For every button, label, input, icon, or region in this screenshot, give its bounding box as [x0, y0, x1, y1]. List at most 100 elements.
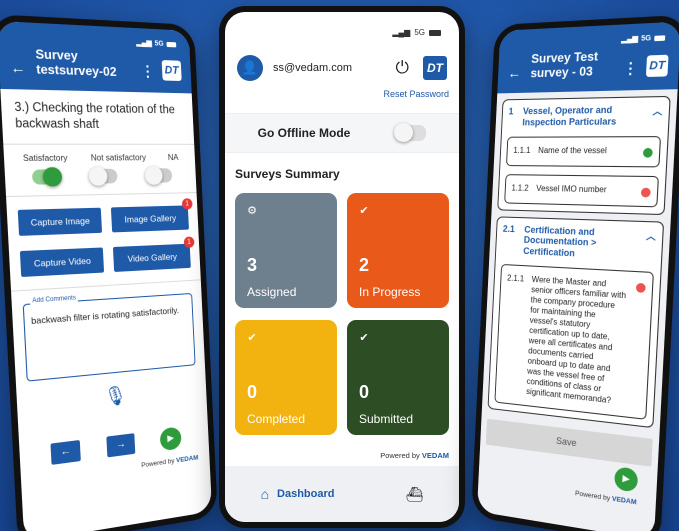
- capture-image-button[interactable]: Capture Image: [17, 207, 103, 236]
- center-screen: ▂▄▆ 5G 👤 ss@vedam.com ⏻ DT Reset Passwor…: [225, 12, 459, 522]
- question-text: 3.) Checking the rotation of the backwas…: [0, 88, 195, 145]
- microphone-icon[interactable]: 🎙: [17, 376, 207, 418]
- nav-dashboard[interactable]: ⌂ Dashboard: [261, 486, 335, 502]
- reset-password-link[interactable]: Reset Password: [225, 81, 459, 99]
- option-label-na: NA: [167, 152, 179, 162]
- section-header: 2.1 Certification and Documentation > Ce…: [502, 223, 657, 263]
- left-app-bar: ▂▄▆ 5G ← Survey testsurvey-02 ⋮ DT: [0, 20, 192, 94]
- item-number: 1.1.1: [513, 145, 531, 155]
- back-arrow-icon[interactable]: ←: [10, 59, 26, 77]
- option-label-not-satisfactory: Not satisfactory: [90, 152, 147, 163]
- in-progress-label: In Progress: [359, 285, 421, 299]
- center-phone: ▂▄▆ 5G 👤 ss@vedam.com ⏻ DT Reset Passwor…: [219, 6, 465, 528]
- comments-label: Add Comments: [29, 294, 79, 305]
- right-phone: ▂▄▆ 5G ← Survey Test survey - 03 ⋮ DT 1 …: [471, 14, 679, 531]
- question-item[interactable]: 1.1.2 Vessel IMO number: [504, 173, 659, 207]
- image-gallery-button[interactable]: Image Gallery 1: [110, 198, 193, 233]
- submitted-card[interactable]: ✔ 0 Submitted: [347, 320, 449, 435]
- previous-button[interactable]: ←: [50, 439, 81, 465]
- battery-icon: [429, 29, 441, 36]
- comments-field[interactable]: Add Comments backwash filter is rotating…: [22, 292, 196, 382]
- status-dot: [642, 147, 653, 158]
- section-number: 1: [508, 106, 514, 117]
- video-gallery-badge: 1: [183, 236, 195, 248]
- satisfactory-toggle[interactable]: [31, 169, 61, 185]
- status-dot: [635, 282, 646, 293]
- network-label: 5G: [414, 28, 425, 37]
- power-icon[interactable]: ⏻: [396, 58, 409, 78]
- chevron-up-icon[interactable]: ︿: [652, 104, 662, 118]
- question-item[interactable]: 1.1.1 Name of the vessel: [505, 135, 662, 167]
- ship-icon[interactable]: ⛴: [406, 486, 424, 503]
- section-certification[interactable]: 2.1 Certification and Documentation > Ce…: [487, 215, 665, 429]
- network-label: 5G: [154, 39, 164, 48]
- network-label: 5G: [640, 34, 652, 43]
- assigned-label: Assigned: [247, 285, 297, 299]
- status-bar: ▂▄▆ 5G: [136, 38, 177, 48]
- signal-icon: ▂▄▆: [392, 28, 411, 37]
- offline-mode-label: Go Offline Mode: [257, 126, 351, 140]
- avatar-icon: 👤: [237, 55, 263, 81]
- more-menu-icon[interactable]: ⋮: [140, 62, 155, 80]
- offline-mode-row: Go Offline Mode: [225, 113, 459, 153]
- page-title: Survey testsurvey-02: [35, 46, 117, 80]
- na-toggle[interactable]: [146, 168, 173, 183]
- section-number: 2.1: [502, 223, 516, 234]
- app-logo: DT: [161, 60, 182, 82]
- page-title: Survey Test survey - 03: [530, 48, 599, 81]
- more-menu-icon[interactable]: ⋮: [623, 59, 639, 78]
- surveys-summary-title: Surveys Summary: [235, 167, 340, 181]
- section-header: 1 Vessel, Operator and Inspection Partic…: [508, 104, 663, 129]
- image-gallery-label: Image Gallery: [124, 212, 177, 225]
- right-app-bar: ▂▄▆ 5G ← Survey Test survey - 03 ⋮ DT: [497, 21, 679, 94]
- video-gallery-button[interactable]: Video Gallery 1: [112, 236, 195, 272]
- user-row: 👤 ss@vedam.com ⏻ DT: [225, 37, 459, 81]
- right-screen: ▂▄▆ 5G ← Survey Test survey - 03 ⋮ DT 1 …: [476, 21, 679, 531]
- check-badge-icon: ✔: [359, 204, 369, 217]
- item-text: Were the Master and senior officers fami…: [526, 274, 627, 406]
- left-phone: ▂▄▆ 5G ← Survey testsurvey-02 ⋮ DT 3.) C…: [0, 13, 218, 531]
- completed-card[interactable]: ✔ 0 Completed: [235, 320, 337, 435]
- item-text: Vessel IMO number: [536, 183, 607, 194]
- video-gallery-label: Video Gallery: [127, 251, 178, 264]
- back-arrow-icon[interactable]: ←: [507, 64, 521, 81]
- answer-options: Satisfactory Not satisfactory NA: [3, 145, 195, 164]
- video-camera-icon[interactable]: ▶: [159, 426, 182, 452]
- answer-toggles: [4, 161, 197, 197]
- powered-by-label: Powered by: [141, 457, 175, 470]
- assigned-card[interactable]: ⚙ 3 Assigned: [235, 193, 337, 308]
- bottom-nav: ⌂ Dashboard ⛴: [225, 466, 459, 522]
- offline-mode-toggle[interactable]: [394, 123, 427, 142]
- submitted-count: 0: [359, 382, 370, 402]
- app-logo: DT: [645, 54, 669, 78]
- assigned-count: 3: [247, 255, 258, 275]
- chevron-up-icon[interactable]: ︿: [646, 228, 656, 242]
- item-number: 1.1.2: [511, 182, 529, 193]
- check-badge-icon: ✔: [247, 331, 257, 344]
- video-camera-icon[interactable]: ▶: [614, 466, 639, 493]
- question-item[interactable]: 2.1.1 Were the Master and senior officer…: [494, 263, 654, 420]
- summary-cards: ⚙ 3 Assigned ✔ 2 In Progress ✔ 0 Complet…: [225, 181, 459, 447]
- gear-hand-icon: ⚙: [247, 204, 257, 217]
- section-title: Certification and Documentation > Certif…: [523, 223, 597, 259]
- user-email: ss@vedam.com: [273, 62, 353, 74]
- section-vessel-particulars[interactable]: 1 Vessel, Operator and Inspection Partic…: [497, 95, 671, 215]
- not-satisfactory-toggle[interactable]: [90, 168, 118, 184]
- image-gallery-badge: 1: [181, 198, 193, 210]
- completed-count: 0: [247, 382, 258, 402]
- in-progress-card[interactable]: ✔ 2 In Progress: [347, 193, 449, 308]
- nav-dashboard-label: Dashboard: [277, 488, 335, 500]
- capture-video-button[interactable]: Capture Video: [19, 247, 105, 277]
- item-number: 2.1.1: [506, 273, 525, 284]
- item-text: Name of the vessel: [537, 145, 608, 155]
- left-screen: ▂▄▆ 5G ← Survey testsurvey-02 ⋮ DT 3.) C…: [0, 20, 213, 531]
- next-button[interactable]: →: [106, 433, 136, 458]
- check-badge-icon: ✔: [359, 331, 369, 344]
- app-logo: DT: [423, 56, 447, 80]
- submitted-label: Submitted: [359, 412, 414, 426]
- in-progress-count: 2: [359, 255, 370, 275]
- powered-by: Powered by VEDAM: [380, 451, 449, 460]
- powered-by-label: Powered by: [380, 451, 420, 460]
- signal-icon: ▂▄▆: [136, 39, 152, 48]
- battery-icon: [166, 41, 177, 47]
